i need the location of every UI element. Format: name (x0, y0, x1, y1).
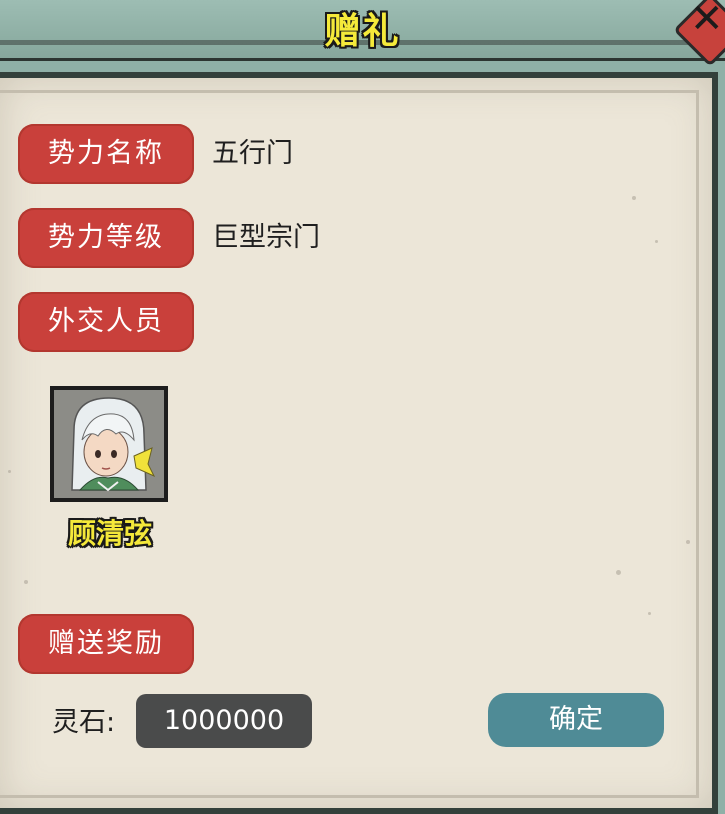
paper-speck (8, 470, 11, 473)
window-title: 赠礼 (324, 11, 401, 52)
faction-name-label: 势力名称 (18, 124, 194, 184)
diplomat-label: 外交人员 (18, 292, 194, 352)
spirit-stone-amount-input[interactable]: 1000000 (136, 694, 312, 748)
paper-speck (616, 570, 621, 575)
paper-speck (655, 240, 658, 243)
confirm-button[interactable]: 确定 (488, 693, 664, 747)
faction-name-value: 五行门 (212, 138, 293, 169)
character-portrait-icon (54, 390, 164, 498)
paper-speck (686, 540, 690, 544)
paper-speck (632, 196, 636, 200)
close-icon: ✕ (690, 0, 724, 42)
paper-speck (24, 580, 28, 584)
gift-reward-label: 赠送奖励 (18, 614, 194, 674)
faction-level-value: 巨型宗门 (212, 222, 320, 253)
diplomat-avatar[interactable] (50, 386, 168, 502)
diplomat-name: 顾清弦 (67, 517, 152, 550)
paper-speck (648, 612, 651, 615)
faction-level-label: 势力等级 (18, 208, 194, 268)
spirit-stone-label: 灵石: (52, 707, 116, 738)
